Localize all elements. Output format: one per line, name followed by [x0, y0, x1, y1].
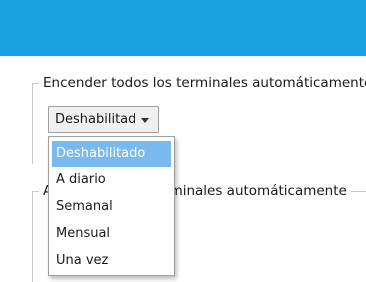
dropdown-option-una-vez[interactable]: Una vez [52, 248, 171, 274]
power-on-group-legend: Encender todos los terminales automática… [39, 75, 366, 91]
chevron-down-icon[interactable] [141, 118, 149, 123]
dropdown-option-deshabilitado[interactable]: Deshabilitado [52, 141, 171, 167]
dropdown-option-a-diario[interactable]: A diario [52, 167, 171, 193]
schedule-combobox-value: Deshabilitad [55, 112, 135, 127]
header-bar [0, 0, 366, 56]
schedule-dropdown-list: Deshabilitado A diario Semanal Mensual U… [48, 136, 175, 276]
dropdown-option-mensual[interactable]: Mensual [52, 221, 171, 247]
dropdown-option-semanal[interactable]: Semanal [52, 194, 171, 220]
schedule-combobox[interactable]: Deshabilitad [48, 106, 159, 133]
